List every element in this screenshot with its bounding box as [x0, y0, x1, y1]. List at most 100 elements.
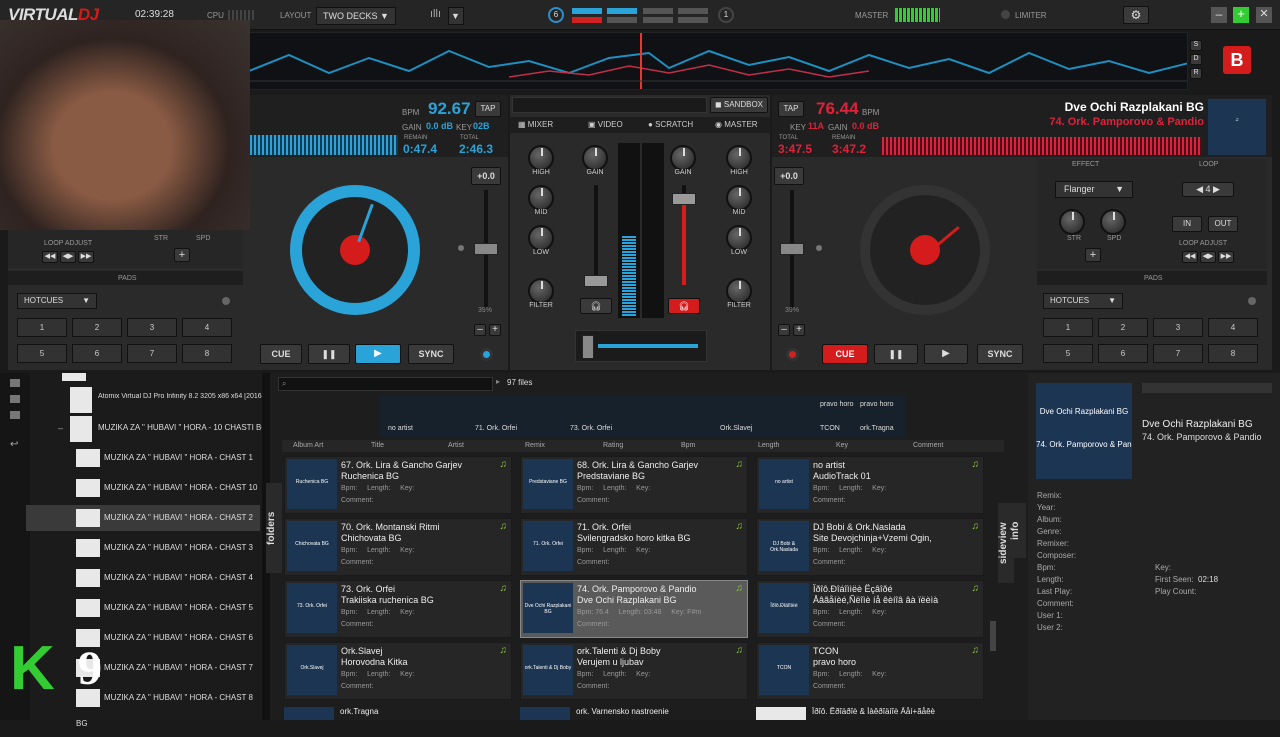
col-bpm[interactable]: Bpm — [681, 442, 695, 449]
collapse-icon[interactable]: – — [58, 423, 63, 433]
left-deck-badge[interactable]: 6 — [548, 7, 564, 23]
wave-r-button[interactable]: R — [1190, 68, 1202, 79]
tree-item-9[interactable]: MUZIKA ZA " HUBAVI " HORA - CHAST 7 BG — [76, 655, 266, 698]
layout-dropdown[interactable]: TWO DECKS ▼ — [316, 7, 396, 25]
deck-a-tap-button[interactable]: TAP — [475, 101, 501, 117]
deck-b-loop-out-button[interactable]: OUT — [1208, 216, 1238, 232]
track-card[interactable]: Ïðîô.Ðîáîììëè Ïðîô.Ðîáîììëè Ëçâîðé Åâãåíèé… — [756, 580, 984, 638]
deck-a-hotcues-dropdown[interactable]: HOTCUES ▼ — [17, 293, 97, 309]
deck-b-pad-6[interactable]: 6 — [1098, 344, 1148, 363]
grid-scrollbar[interactable] — [990, 621, 996, 651]
tree-item-0[interactable]: Atomix Virtual DJ Pro Infinity 8.2 3205 … — [98, 393, 268, 400]
deck-b-loop-forward-icon[interactable]: ▶▶ — [1218, 251, 1234, 263]
deck-a-pad-7[interactable]: 7 — [127, 344, 177, 363]
wave-s-button[interactable]: S — [1190, 40, 1202, 51]
deck-a-cue-button[interactable]: CUE — [260, 344, 302, 364]
deck-b-mini-waveform[interactable] — [882, 137, 1202, 155]
deck-b-add-fx-icon[interactable]: + — [1085, 248, 1101, 262]
settings-gear-icon[interactable]: ⚙ — [1123, 6, 1149, 24]
deck-a-play-icon[interactable]: ▶ — [355, 344, 401, 364]
deck-a-pitch-reset-icon[interactable] — [458, 245, 464, 251]
tree-item-1[interactable]: MUZIKA ZA " HUBAVI " HORA - 10 CHASTI BG — [98, 423, 268, 432]
mixer-a-volume-fader[interactable] — [584, 275, 608, 287]
tree-item-7[interactable]: MUZIKA ZA " HUBAVI " HORA - CHAST 5 BG — [76, 595, 266, 638]
deck-a-add-fx-icon[interactable]: + — [174, 248, 190, 262]
deck-b-pad-1[interactable]: 1 — [1043, 318, 1093, 337]
bottom-row-0[interactable]: ork.Tragna — [340, 707, 378, 716]
search-options-icon[interactable]: ▸ — [496, 377, 500, 386]
track-card[interactable]: Chichovata BG 70. Ork. Montanski Ritmi Chi… — [284, 518, 512, 576]
deck-a-loop-shift-icon[interactable]: ◀▶ — [60, 251, 76, 263]
col-comment[interactable]: Comment — [913, 442, 943, 449]
deck-b-spd-knob[interactable] — [1100, 209, 1126, 235]
col-key[interactable]: Key — [836, 442, 848, 449]
deck-a-pad-6[interactable]: 6 — [72, 344, 122, 363]
deck-b-loop-size[interactable]: ◀ 4 ▶ — [1182, 182, 1234, 197]
deck-b-pad-3[interactable]: 3 — [1153, 318, 1203, 337]
track-card[interactable]: TCON TCON pravo horo Bpm: Length: Key: Comme… — [756, 642, 984, 700]
tree-item-10[interactable]: MUZIKA ZA " HUBAVI " HORA - CHAST 8 BG — [76, 685, 266, 728]
mixer-b-high-knob[interactable] — [726, 145, 752, 171]
track-card[interactable]: no artist no artist AudioTrack 01 Bpm: Leng… — [756, 456, 984, 514]
deck-a-pause-icon[interactable]: ❚❚ — [308, 344, 350, 364]
mixer-a-filter-knob[interactable] — [528, 278, 554, 304]
maximize-button[interactable]: + — [1233, 7, 1249, 23]
track-card[interactable]: Ork.Slavej Ork.Slavej Horovodna Kitka Bpm: … — [284, 642, 512, 700]
deck-a-sync-button[interactable]: SYNC — [408, 344, 454, 364]
equalizer-icon[interactable]: ıllı — [430, 8, 441, 20]
tree-item-8[interactable]: MUZIKA ZA " HUBAVI " HORA - CHAST 6 BG — [76, 625, 266, 668]
mixer-b-volume-fader[interactable] — [672, 193, 696, 205]
deck-a-pitch-slider[interactable] — [474, 243, 498, 255]
deck-b-sync-button[interactable]: SYNC — [977, 344, 1023, 364]
toolbar-icon-2[interactable] — [10, 395, 20, 403]
track-card[interactable]: ork.Talenti & Dj Boby ork.Talenti & Dj Bo… — [520, 642, 748, 700]
deck-b-loop-shift-icon[interactable]: ◀▶ — [1200, 251, 1216, 263]
sandbox-button[interactable]: ◼ SANDBOX — [710, 97, 768, 113]
track-card[interactable]: Dve Ochi Razplakani BG 74. Ork. Pamporovo… — [520, 580, 748, 638]
deck-a-pitch-plus-icon[interactable]: + — [489, 324, 501, 336]
deck-b-pitch-value[interactable]: +0.0 — [774, 167, 804, 185]
mixer-b-headphones-icon[interactable]: 🎧︎ — [668, 298, 700, 314]
info-tab[interactable]: info — [1010, 503, 1026, 558]
col-length[interactable]: Length — [758, 442, 779, 449]
deck-a-pad-5[interactable]: 5 — [17, 344, 67, 363]
deck-b-master-icon[interactable] — [786, 348, 799, 361]
col-album-art[interactable]: Album Art — [293, 442, 323, 449]
deck-b-pad-7[interactable]: 7 — [1153, 344, 1203, 363]
deck-b-cue-button[interactable]: CUE — [822, 344, 868, 364]
limiter-indicator[interactable] — [1001, 10, 1010, 19]
folders-tab[interactable]: folders — [266, 483, 282, 573]
deck-b-pad-8[interactable]: 8 — [1208, 344, 1258, 363]
crossfader-handle[interactable] — [582, 335, 594, 359]
track-card[interactable]: DJ Bobi & Ork.Naslada DJ Bobi & Ork.Nasla… — [756, 518, 984, 576]
deck-a-pad-8[interactable]: 8 — [182, 344, 232, 363]
tree-item-4[interactable]: MUZIKA ZA " HUBAVI " HORA - CHAST 2 BG — [26, 505, 260, 548]
track-card[interactable]: 73. Ork. Orfei 73. Ork. Orfei Trakiiska ru… — [284, 580, 512, 638]
deck-b-pad-2[interactable]: 2 — [1098, 318, 1148, 337]
tab-mixer[interactable]: ▦ MIXER — [518, 120, 553, 129]
col-remix[interactable]: Remix — [525, 442, 545, 449]
deck-b-loop-in-button[interactable]: IN — [1172, 216, 1202, 232]
deck-a-loop-back-icon[interactable]: ◀◀ — [42, 251, 58, 263]
deck-b-hotcues-dropdown[interactable]: HOTCUES ▼ — [1043, 293, 1123, 309]
wave-d-button[interactable]: D — [1190, 54, 1202, 65]
mixer-a-low-knob[interactable] — [528, 225, 554, 251]
tab-scratch[interactable]: ● SCRATCH — [648, 120, 693, 129]
deck-b-label[interactable]: B — [1223, 46, 1251, 74]
mixer-a-gain-knob[interactable] — [582, 145, 608, 171]
mixer-b-mid-knob[interactable] — [726, 185, 752, 211]
deck-b-tap-button[interactable]: TAP — [778, 101, 804, 117]
deck-a-pad-3[interactable]: 3 — [127, 318, 177, 337]
bottom-row-2[interactable]: Ïðîô. Êðîäðîè & Ìàêðîäíîè Ãåí+ãåêè — [812, 707, 982, 716]
minimize-button[interactable]: – — [1211, 7, 1227, 23]
deck-b-pitch-reset-icon[interactable] — [816, 245, 822, 251]
eq-dropdown[interactable]: ▼ — [448, 7, 464, 25]
mixer-a-headphones-icon[interactable]: 🎧︎ — [580, 298, 612, 314]
toolbar-icon-3[interactable] — [10, 411, 20, 419]
search-input[interactable]: ⌕ — [278, 377, 493, 391]
info-rating-bar[interactable] — [1142, 383, 1272, 393]
tree-item-3[interactable]: MUZIKA ZA " HUBAVI " HORA - CHAST 10 BG — [76, 475, 266, 518]
deck-a-pad-4[interactable]: 4 — [182, 318, 232, 337]
deck-a-loop-forward-icon[interactable]: ▶▶ — [78, 251, 94, 263]
deck-a-pads-options-icon[interactable] — [222, 297, 230, 305]
